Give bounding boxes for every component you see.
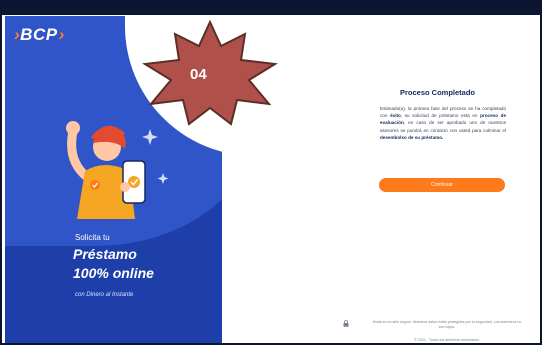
message-mid: , su solicitud de préstamo está en	[400, 113, 478, 119]
person-phone-illustration	[66, 121, 169, 219]
message-highlight-disbursement: desembolso de su préstamo.	[380, 134, 444, 140]
lock-icon	[343, 320, 349, 327]
status-message: Estimado(a), la primera fase del proceso…	[380, 105, 506, 141]
top-bar	[2, 2, 540, 15]
app-frame: ›BCP› Solicita tu Préstamo 100% online c…	[0, 0, 542, 345]
footer-copyright: © 2021 - Todos los derechos reservados.	[414, 338, 480, 342]
headline-line2: 100% online	[73, 265, 154, 281]
headline-line1: Préstamo	[73, 246, 137, 262]
bcp-logo: ›BCP›	[14, 25, 65, 45]
continue-button[interactable]: Continuar	[379, 178, 505, 192]
logo-text: BCP	[20, 25, 58, 44]
message-highlight-success: éxito	[390, 113, 401, 119]
page-title: Proceso Completado	[400, 88, 476, 97]
footer-security-note: Estás en un sitio seguro. Nuestros datos…	[372, 320, 522, 329]
step-badge-star-icon	[142, 20, 278, 126]
logo-arrow-right-icon: ›	[58, 25, 65, 44]
lead-text: Solicita tu	[75, 233, 110, 242]
subheadline: con Dinero al Instante	[75, 292, 134, 298]
step-number: 04	[190, 66, 207, 83]
